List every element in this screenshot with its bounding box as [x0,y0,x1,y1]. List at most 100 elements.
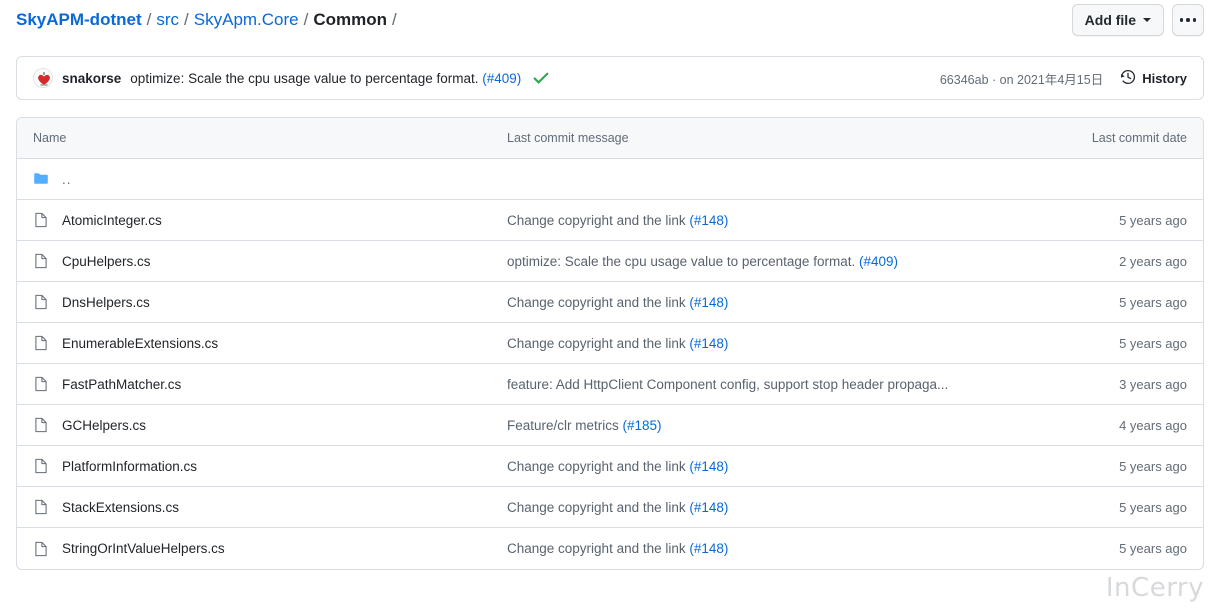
row-commit-pr-link[interactable]: (#148) [689,295,728,310]
commit-date-cell: 5 years ago [1033,500,1203,515]
row-commit-message-text: Change copyright and the link [507,541,689,556]
breadcrumb: SkyAPM-dotnet / src / SkyApm.Core / Comm… [16,10,402,30]
latest-commit-bar: snakorse optimize: Scale the cpu usage v… [16,56,1204,100]
table-row[interactable]: .. [17,159,1203,200]
file-name-link[interactable]: EnumerableExtensions.cs [62,336,218,351]
file-icon [33,294,49,310]
check-icon [533,70,549,86]
file-name-link[interactable]: StringOrIntValueHelpers.cs [62,541,225,556]
commit-message-cell: feature: Add HttpClient Component config… [507,377,1033,392]
table-row[interactable]: GCHelpers.csFeature/clr metrics (#185)4 … [17,405,1203,446]
commit-date-cell: 2 years ago [1033,254,1203,269]
row-commit-pr-link[interactable]: (#148) [689,213,728,228]
breadcrumb-separator: / [304,10,309,30]
row-commit-message[interactable]: Change copyright and the link (#148) [507,500,728,515]
commit-message: optimize: Scale the cpu usage value to p… [130,71,521,86]
add-file-label: Add file [1085,12,1136,28]
commit-date-cell: 3 years ago [1033,377,1203,392]
file-name-cell: FastPathMatcher.cs [17,376,507,392]
commit-message-cell: optimize: Scale the cpu usage value to p… [507,254,1033,269]
row-commit-message[interactable]: Change copyright and the link (#148) [507,459,728,474]
table-row[interactable]: StringOrIntValueHelpers.cs Change copyrig… [17,528,1203,569]
file-name-cell: EnumerableExtensions.cs [17,335,507,351]
row-commit-pr-link[interactable]: (#148) [689,336,728,351]
file-name-cell: CpuHelpers.cs [17,253,507,269]
file-name-cell: DnsHelpers.cs [17,294,507,310]
kebab-menu-icon [1180,18,1197,22]
breadcrumb-current-folder: Common [313,10,387,30]
history-button[interactable]: History [1120,69,1187,88]
row-commit-message[interactable]: Change copyright and the link (#148) [507,336,728,351]
watermark: InCerry [1106,573,1204,603]
commit-sha-separator: · on [989,73,1018,87]
file-name-link[interactable]: CpuHelpers.cs [62,254,151,269]
row-commit-message[interactable]: Change copyright and the link (#148) [507,213,728,228]
row-commit-message[interactable]: optimize: Scale the cpu usage value to p… [507,254,898,269]
breadcrumb-link-src[interactable]: src [156,10,179,30]
chevron-down-icon [1143,18,1151,22]
commit-message-cell: Feature/clr metrics (#185) [507,418,1033,433]
commit-message-cell: Change copyright and the link (#148) [507,541,1033,556]
commit-pr-link[interactable]: (#409) [482,71,521,86]
row-commit-message-text: Change copyright and the link [507,336,689,351]
file-name-link[interactable]: GCHelpers.cs [62,418,146,433]
row-commit-message[interactable]: Change copyright and the link (#148) [507,541,728,556]
file-icon [33,212,49,228]
table-body: .. AtomicInteger.cs Change copyright and t… [17,159,1203,569]
row-commit-message[interactable]: Feature/clr metrics (#185) [507,418,662,433]
row-commit-pr-link[interactable]: (#148) [689,459,728,474]
file-name-link[interactable]: DnsHelpers.cs [62,295,150,310]
commit-message-cell: Change copyright and the link (#148) [507,500,1033,515]
table-row[interactable]: StackExtensions.cs Change copyright and t… [17,487,1203,528]
row-commit-message[interactable]: feature: Add HttpClient Component config… [507,377,948,392]
table-row[interactable]: AtomicInteger.cs Change copyright and the… [17,200,1203,241]
row-commit-pr-link[interactable]: (#185) [623,418,662,433]
row-commit-message-text: Change copyright and the link [507,500,689,515]
repo-header: SkyAPM-dotnet / src / SkyApm.Core / Comm… [0,0,1220,40]
commit-message-cell: Change copyright and the link (#148) [507,336,1033,351]
table-header-row: Name Last commit message Last commit dat… [17,118,1203,159]
file-name-link[interactable]: StackExtensions.cs [62,500,179,515]
file-name-cell: .. [17,171,507,187]
breadcrumb-separator: / [147,10,152,30]
table-row[interactable]: DnsHelpers.cs Change copyright and the li… [17,282,1203,323]
file-name-cell: GCHelpers.cs [17,417,507,433]
table-row[interactable]: PlatformInformation.cs Change copyright a… [17,446,1203,487]
clock-history-icon [1120,69,1136,88]
history-label: History [1142,71,1187,86]
file-icon [33,541,49,557]
row-commit-message-text: Feature/clr metrics [507,418,623,433]
breadcrumb-separator: / [392,10,397,30]
breadcrumb-repo-link[interactable]: SkyAPM-dotnet [16,10,142,30]
row-commit-pr-link[interactable]: (#409) [859,254,898,269]
avatar[interactable] [33,68,53,88]
folder-icon [33,171,49,187]
row-commit-pr-link[interactable]: (#148) [689,500,728,515]
add-file-button[interactable]: Add file [1072,4,1164,36]
table-row[interactable]: EnumerableExtensions.cs Change copyright … [17,323,1203,364]
commit-date-cell: 5 years ago [1033,213,1203,228]
file-icon [33,335,49,351]
file-name-link[interactable]: AtomicInteger.cs [62,213,162,228]
commit-author[interactable]: snakorse [62,71,121,86]
file-name-cell: AtomicInteger.cs [17,212,507,228]
commit-date-cell: 5 years ago [1033,295,1203,310]
row-commit-message[interactable]: Change copyright and the link (#148) [507,295,728,310]
row-commit-message-text: Change copyright and the link [507,213,689,228]
breadcrumb-link-skyapm-core[interactable]: SkyApm.Core [194,10,299,30]
commit-sha[interactable]: 66346ab [940,73,989,87]
breadcrumb-separator: / [184,10,189,30]
commit-date-cell: 5 years ago [1033,459,1203,474]
table-row[interactable]: FastPathMatcher.cs feature: Add HttpClien… [17,364,1203,405]
header-actions: Add file [1072,4,1204,36]
file-name-link[interactable]: FastPathMatcher.cs [62,377,181,392]
file-name-link[interactable]: .. [62,172,72,187]
row-commit-pr-link[interactable]: (#148) [689,541,728,556]
file-icon [33,376,49,392]
commit-date-cell: 5 years ago [1033,541,1203,556]
more-options-button[interactable] [1172,4,1204,36]
file-name-link[interactable]: PlatformInformation.cs [62,459,197,474]
commit-meta: 66346ab · on 2021年4月15日 History [940,69,1187,88]
commit-date-cell: 5 years ago [1033,336,1203,351]
table-row[interactable]: CpuHelpers.cs optimize: Scale the cpu usa… [17,241,1203,282]
